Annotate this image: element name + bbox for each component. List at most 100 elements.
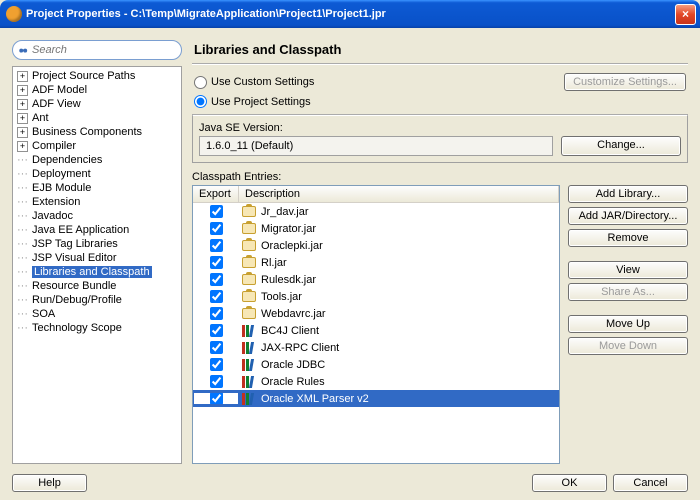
tree-item[interactable]: ···Libraries and Classpath <box>13 265 181 279</box>
header-export[interactable]: Export <box>193 186 239 202</box>
header-description[interactable]: Description <box>239 186 559 202</box>
cancel-button[interactable]: Cancel <box>613 474 688 492</box>
entry-description: Oracle Rules <box>259 376 559 388</box>
table-row[interactable]: Migrator.jar <box>193 220 559 237</box>
tree-item[interactable]: ···Technology Scope <box>13 321 181 335</box>
tree-item[interactable]: ···JSP Tag Libraries <box>13 237 181 251</box>
library-icon <box>242 325 256 337</box>
entry-description: Jr_dav.jar <box>259 206 559 218</box>
export-checkbox[interactable] <box>210 307 223 320</box>
export-checkbox[interactable] <box>210 222 223 235</box>
dialog-footer: Help OK Cancel <box>12 464 688 492</box>
table-row[interactable]: Oracle Rules <box>193 373 559 390</box>
tree-item-label: Ant <box>32 112 49 124</box>
tree-item[interactable]: +Ant <box>13 111 181 125</box>
tree-item-label: Technology Scope <box>32 322 122 334</box>
jar-icon <box>242 240 256 251</box>
jar-icon <box>242 291 256 302</box>
tree-item-label: JSP Visual Editor <box>32 252 117 264</box>
tree-item-label: Compiler <box>32 140 76 152</box>
tree-item[interactable]: ···Resource Bundle <box>13 279 181 293</box>
export-checkbox[interactable] <box>210 324 223 337</box>
export-checkbox[interactable] <box>210 375 223 388</box>
java-se-version-field: 1.6.0_11 (Default) <box>199 136 553 156</box>
tree-item[interactable]: +ADF Model <box>13 83 181 97</box>
tree-item-label: Javadoc <box>32 210 73 222</box>
category-tree[interactable]: +Project Source Paths+ADF Model+ADF View… <box>12 66 182 464</box>
tree-item-label: JSP Tag Libraries <box>32 238 118 250</box>
tree-item-label: Project Source Paths <box>32 70 135 82</box>
export-checkbox[interactable] <box>210 256 223 269</box>
tree-item-label: ADF Model <box>32 84 87 96</box>
dialog-content: +Project Source Paths+ADF Model+ADF View… <box>0 28 700 500</box>
tree-item[interactable]: ···Java EE Application <box>13 223 181 237</box>
export-checkbox[interactable] <box>210 358 223 371</box>
entry-description: Oracle XML Parser v2 <box>259 393 559 405</box>
table-row[interactable]: Oracle JDBC <box>193 356 559 373</box>
tree-item-label: Libraries and Classpath <box>32 266 152 278</box>
tree-item[interactable]: ···EJB Module <box>13 181 181 195</box>
share-as-button: Share As... <box>568 283 688 301</box>
add-library-button[interactable]: Add Library... <box>568 185 688 203</box>
export-checkbox[interactable] <box>210 341 223 354</box>
move-up-button[interactable]: Move Up <box>568 315 688 333</box>
tree-item[interactable]: ···Extension <box>13 195 181 209</box>
use-project-radio[interactable]: Use Project Settings <box>194 95 311 108</box>
tree-item[interactable]: ···Deployment <box>13 167 181 181</box>
table-row[interactable]: Rl.jar <box>193 254 559 271</box>
add-jar-button[interactable]: Add JAR/Directory... <box>568 207 688 225</box>
entry-description: Oracle JDBC <box>259 359 559 371</box>
tree-item[interactable]: +Project Source Paths <box>13 69 181 83</box>
tree-item[interactable]: +Business Components <box>13 125 181 139</box>
tree-item[interactable]: ···JSP Visual Editor <box>13 251 181 265</box>
entry-description: Migrator.jar <box>259 223 559 235</box>
library-icon <box>242 359 256 371</box>
classpath-table[interactable]: Export Description Jr_dav.jar Migrator.ja… <box>192 185 560 464</box>
table-row[interactable]: Webdavrc.jar <box>193 305 559 322</box>
jar-icon <box>242 308 256 319</box>
library-icon <box>242 376 256 388</box>
remove-button[interactable]: Remove <box>568 229 688 247</box>
jar-icon <box>242 206 256 217</box>
use-custom-radio[interactable]: Use Custom Settings <box>194 76 314 89</box>
button-column: Add Library... Add JAR/Directory... Remo… <box>568 185 688 464</box>
export-checkbox[interactable] <box>210 239 223 252</box>
tree-item[interactable]: ···Dependencies <box>13 153 181 167</box>
tree-item[interactable]: ···Run/Debug/Profile <box>13 293 181 307</box>
title-bar: Project Properties - C:\Temp\MigrateAppl… <box>0 0 700 28</box>
table-row[interactable]: Jr_dav.jar <box>193 203 559 220</box>
window-title: Project Properties - C:\Temp\MigrateAppl… <box>26 8 675 20</box>
export-checkbox[interactable] <box>210 392 223 405</box>
export-checkbox[interactable] <box>210 205 223 218</box>
tree-item-label: Business Components <box>32 126 142 138</box>
entry-description: JAX-RPC Client <box>259 342 559 354</box>
tree-item-label: Java EE Application <box>32 224 129 236</box>
table-row[interactable]: BC4J Client <box>193 322 559 339</box>
help-button[interactable]: Help <box>12 474 87 492</box>
close-button[interactable]: × <box>675 4 696 25</box>
search-input[interactable] <box>32 44 175 56</box>
tree-item[interactable]: ···SOA <box>13 307 181 321</box>
export-checkbox[interactable] <box>210 290 223 303</box>
panel-title: Libraries and Classpath <box>192 40 688 65</box>
search-box[interactable] <box>12 40 182 60</box>
export-checkbox[interactable] <box>210 273 223 286</box>
tree-item[interactable]: +Compiler <box>13 139 181 153</box>
tree-item[interactable]: ···Javadoc <box>13 209 181 223</box>
table-row[interactable]: Oraclepki.jar <box>193 237 559 254</box>
table-row[interactable]: Tools.jar <box>193 288 559 305</box>
tree-item-label: Deployment <box>32 168 91 180</box>
jar-icon <box>242 223 256 234</box>
ok-button[interactable]: OK <box>532 474 607 492</box>
table-row[interactable]: JAX-RPC Client <box>193 339 559 356</box>
java-se-section: Java SE Version: 1.6.0_11 (Default) Chan… <box>192 114 688 163</box>
right-pane: Libraries and Classpath Use Custom Setti… <box>192 40 688 464</box>
library-icon <box>242 393 256 405</box>
tree-item[interactable]: +ADF View <box>13 97 181 111</box>
change-button[interactable]: Change... <box>561 136 681 156</box>
table-row[interactable]: Oracle XML Parser v2 <box>193 390 559 407</box>
tree-item-label: Run/Debug/Profile <box>32 294 122 306</box>
view-button[interactable]: View <box>568 261 688 279</box>
table-row[interactable]: Rulesdk.jar <box>193 271 559 288</box>
app-icon <box>6 6 22 22</box>
